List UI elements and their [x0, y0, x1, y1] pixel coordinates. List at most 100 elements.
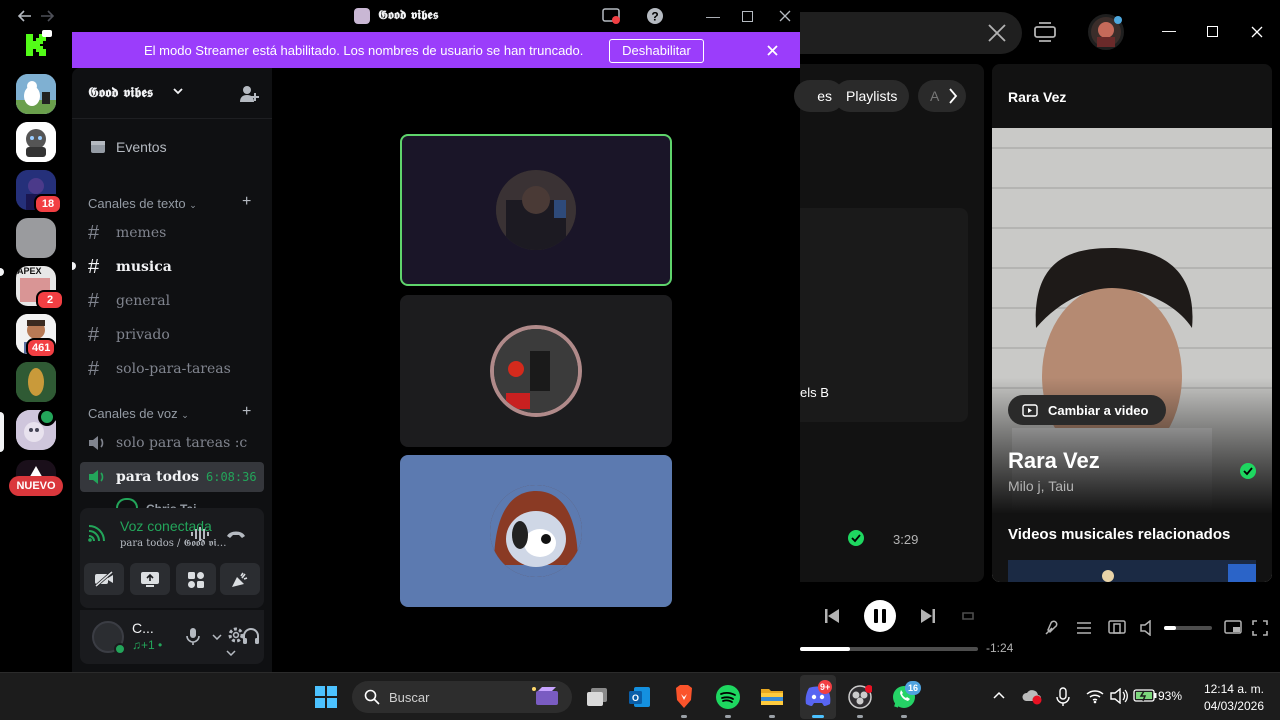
server-robot[interactable] — [16, 122, 56, 162]
brave-browser-icon[interactable] — [673, 684, 695, 710]
add-voice-channel-button[interactable]: + — [242, 403, 251, 421]
close-button[interactable] — [779, 10, 791, 22]
windows-start-icon[interactable] — [315, 686, 337, 708]
clear-search-icon[interactable] — [988, 24, 1006, 42]
volume-icon[interactable] — [1140, 620, 1156, 636]
server-green[interactable] — [16, 362, 56, 402]
help-icon[interactable]: ? — [647, 8, 663, 24]
clock-time[interactable]: 12:14 a. m. — [1200, 682, 1264, 696]
channel-musica[interactable]: # musica — [80, 252, 264, 282]
filter-chip-playlists[interactable]: Playlists — [834, 80, 910, 112]
new-button[interactable]: NUEVO — [9, 476, 63, 496]
disable-streamer-button[interactable]: Deshabilitar — [609, 39, 704, 63]
browse-icon[interactable] — [1034, 21, 1056, 43]
repeat-icon[interactable] — [960, 608, 976, 624]
minimize-button[interactable]: — — [1162, 22, 1176, 38]
speaker-volume-icon[interactable] — [1110, 688, 1128, 704]
camera-off-button[interactable] — [84, 563, 124, 595]
cloud-sync-icon[interactable] — [1022, 687, 1042, 705]
server-name[interactable]: 𝕲𝖔𝖔𝖉 𝖛𝖎𝖇𝖊𝖘 — [88, 85, 153, 101]
progress-track[interactable] — [800, 647, 978, 651]
add-channel-button[interactable]: + — [242, 193, 251, 211]
pause-button[interactable] — [864, 600, 896, 632]
screen-share-button[interactable] — [130, 563, 170, 595]
taskbar-search[interactable]: Buscar — [352, 681, 572, 713]
events-item[interactable]: Eventos — [80, 130, 264, 162]
soundboard-icon — [232, 572, 248, 587]
server-goose[interactable] — [16, 74, 56, 114]
voice-user-name[interactable]: Chris Tai… — [146, 498, 208, 508]
back-arrow-icon[interactable] — [16, 9, 32, 23]
activities-button[interactable] — [176, 563, 216, 595]
disconnect-icon[interactable] — [226, 528, 246, 540]
channel-general[interactable]: # general — [80, 286, 264, 316]
selected-pill — [0, 412, 4, 452]
switch-to-video-button[interactable]: Cambiar a video — [1008, 395, 1166, 425]
liked-check-icon[interactable] — [848, 530, 864, 546]
volume-slider[interactable] — [1164, 626, 1212, 630]
chevron-down-icon[interactable] — [212, 634, 222, 640]
file-explorer-icon[interactable] — [760, 685, 784, 707]
related-video-thumb[interactable] — [1008, 560, 1256, 582]
remaining-time: -1:24 — [986, 641, 1014, 655]
voice-status-subtitle[interactable]: para todos / 𝕲𝖔𝖔𝖉 𝖛𝖎… — [120, 538, 226, 549]
invite-user-icon[interactable] — [239, 84, 259, 104]
settings-gear-icon[interactable] — [227, 626, 245, 644]
voice-category[interactable]: Canales de voz ⌄ — [88, 406, 189, 421]
minimize-button[interactable]: — — [703, 6, 723, 26]
channel-memes[interactable]: # memes — [80, 218, 264, 248]
chevron-up-icon[interactable] — [993, 691, 1005, 699]
server-grey[interactable] — [16, 218, 56, 258]
microphone-lyrics-icon[interactable] — [1044, 620, 1060, 636]
outlook-app-icon[interactable]: O — [628, 685, 652, 709]
battery-charging-icon[interactable] — [1133, 688, 1157, 702]
text-category[interactable]: Canales de texto ⌄ — [88, 196, 197, 211]
fullscreen-icon[interactable] — [1252, 620, 1268, 636]
liked-check-icon[interactable] — [1240, 463, 1256, 479]
spotify-app-icon[interactable] — [716, 685, 740, 709]
chevron-down-icon[interactable] — [173, 88, 183, 96]
queue-icon[interactable] — [1076, 620, 1092, 636]
close-button[interactable] — [1251, 26, 1263, 38]
voice-channel-para-todos[interactable]: para todos 6:08:36 — [80, 462, 264, 492]
battery-percent: 93% — [1158, 689, 1183, 703]
task-view-icon[interactable] — [586, 686, 608, 708]
close-icon[interactable] — [767, 45, 778, 56]
track-artists[interactable]: Milo j, Taiu — [1008, 478, 1074, 494]
video-tile-speaking[interactable] — [400, 134, 672, 286]
user-name[interactable]: C... — [132, 620, 154, 636]
chevron-down-icon[interactable] — [226, 650, 236, 656]
channel-privado[interactable]: # privado — [80, 320, 264, 350]
previous-icon[interactable] — [824, 608, 840, 624]
screen-share-icon — [141, 572, 159, 587]
video-tile[interactable] — [400, 295, 672, 447]
clock-date[interactable]: 04/03/2026 — [1196, 699, 1264, 713]
user-avatar[interactable] — [116, 498, 138, 508]
forward-arrow-icon[interactable] — [40, 9, 56, 23]
next-icon[interactable] — [920, 608, 936, 624]
maximize-button[interactable] — [742, 11, 753, 22]
filter-chip[interactable]: A — [918, 80, 966, 112]
maximize-button[interactable] — [1207, 26, 1218, 37]
wifi-icon[interactable] — [1086, 688, 1104, 704]
channel-solo-para-tareas[interactable]: # solo-para-tareas — [80, 354, 264, 384]
noise-suppression-icon[interactable] — [190, 526, 210, 542]
kick-logo[interactable] — [20, 30, 54, 58]
microphone-icon[interactable] — [186, 627, 200, 645]
inbox-icon[interactable] — [602, 8, 620, 24]
streamer-mode-banner: El modo Streamer está habilitado. Los no… — [72, 32, 800, 68]
track-title[interactable]: Rara Vez — [1008, 448, 1100, 474]
microphone-icon[interactable] — [1056, 687, 1070, 707]
windows-taskbar: Buscar O 9+ 16 93% 12:14 a. m. 04/03/202… — [0, 672, 1280, 720]
connect-device-icon[interactable] — [1108, 620, 1126, 636]
hash-icon: # — [88, 358, 100, 380]
obs-studio-icon[interactable] — [848, 685, 872, 709]
video-tile[interactable] — [400, 455, 672, 607]
chevron-right-icon[interactable] — [948, 88, 958, 104]
soundboard-button[interactable] — [220, 563, 260, 595]
mini-player-icon[interactable] — [1224, 620, 1242, 636]
signal-icon[interactable] — [86, 524, 106, 544]
now-playing-header-title: Rara Vez — [1008, 89, 1067, 105]
voice-channel-solo-para-tareas[interactable]: solo para tareas :c — [80, 428, 264, 458]
voice-category-label: Canales de voz — [88, 406, 178, 421]
